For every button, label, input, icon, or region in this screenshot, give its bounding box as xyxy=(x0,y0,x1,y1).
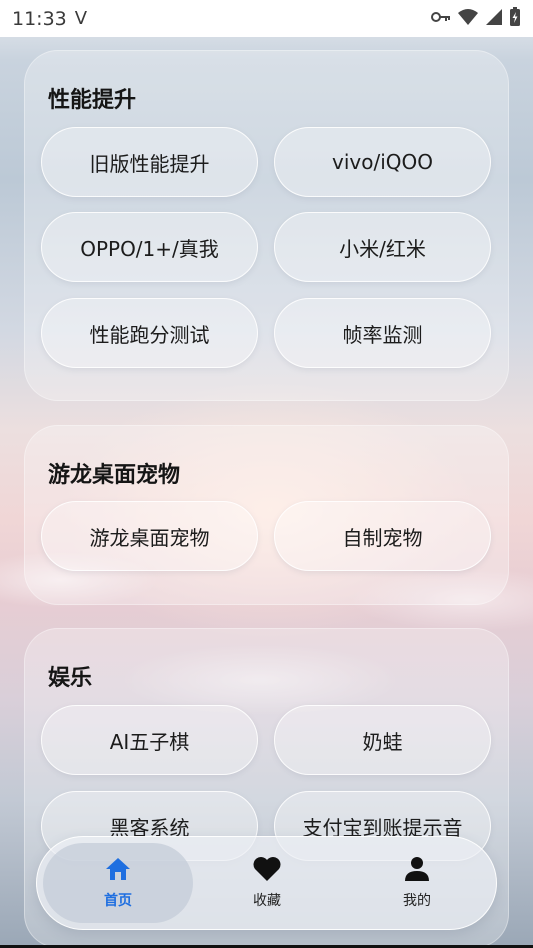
nav-item-profile[interactable]: 我的 xyxy=(342,843,492,923)
nav-label-favorites: 收藏 xyxy=(253,893,281,909)
status-icons xyxy=(431,6,521,31)
section-title: 游龙桌面宠物 xyxy=(48,463,181,488)
wifi-icon xyxy=(457,8,479,30)
ai-gomoku-button[interactable]: AI五子棋 xyxy=(41,705,258,775)
status-time: 11:33 xyxy=(12,7,67,30)
fps-monitor-button[interactable]: 帧率监测 xyxy=(274,298,491,368)
home-icon xyxy=(104,856,132,886)
section-title: 性能提升 xyxy=(48,88,137,113)
section-title: 娱乐 xyxy=(48,666,93,691)
desktop-pet-button[interactable]: 游龙桌面宠物 xyxy=(41,501,258,571)
battery-charging-icon xyxy=(509,6,521,31)
performance-card: 性能提升 旧版性能提升 vivo/iQOO OPPO/1+/真我 小米/红米 性… xyxy=(24,50,509,401)
heart-icon xyxy=(252,856,282,886)
benchmark-test-button[interactable]: 性能跑分测试 xyxy=(41,298,258,368)
status-left: 11:33 V xyxy=(12,8,87,30)
milk-frog-button[interactable]: 奶蛙 xyxy=(274,705,491,775)
nav-item-favorites[interactable]: 收藏 xyxy=(192,843,342,923)
desktop-pet-card: 游龙桌面宠物 游龙桌面宠物 自制宠物 xyxy=(24,425,509,605)
nav-label-home: 首页 xyxy=(104,893,132,909)
vivo-iqoo-button[interactable]: vivo/iQOO xyxy=(274,127,491,197)
nav-label-profile: 我的 xyxy=(403,893,431,909)
legacy-performance-button[interactable]: 旧版性能提升 xyxy=(41,127,258,197)
signal-icon xyxy=(485,8,503,30)
status-bar: 11:33 V xyxy=(0,0,533,37)
custom-pet-button[interactable]: 自制宠物 xyxy=(274,501,491,571)
nav-item-home[interactable]: 首页 xyxy=(43,843,193,923)
person-icon xyxy=(403,856,431,886)
carrier-glyph: V xyxy=(74,8,88,29)
oppo-oneplus-realme-button[interactable]: OPPO/1+/真我 xyxy=(41,212,258,282)
vpn-key-icon xyxy=(431,9,451,28)
xiaomi-redmi-button[interactable]: 小米/红米 xyxy=(274,212,491,282)
bottom-nav: 首页 收藏 我的 xyxy=(36,836,497,930)
